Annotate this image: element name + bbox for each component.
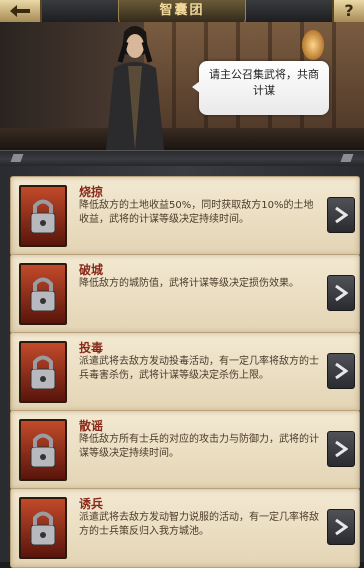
lure-lock-icon [19, 497, 67, 559]
lamp-decoration [302, 30, 324, 60]
advisor-banner: 请主公召集武将，共商计谋 [0, 22, 364, 150]
strategy-go-button[interactable] [327, 509, 355, 545]
castle-break-lock-icon [19, 263, 67, 325]
top-bar: 智囊团 ? [0, 0, 364, 25]
strategy-name: 破城 [79, 263, 104, 277]
poison-lock-icon [19, 341, 67, 403]
back-arrow-icon [10, 5, 30, 17]
strategy-name: 诱兵 [79, 497, 104, 511]
fire-lock-icon [19, 185, 67, 247]
strategy-go-button[interactable] [327, 431, 355, 467]
help-button[interactable]: ? [332, 0, 364, 22]
advisor-speech-bubble: 请主公召集武将，共商计谋 [192, 61, 329, 115]
rumor-lock-icon [19, 419, 67, 481]
floor-decoration [0, 128, 364, 150]
advisor-portrait [106, 26, 164, 150]
strategy-card-lure[interactable]: 诱兵 派遣武将去敌方发动智力说服的活动，有一定几率将敌方的士兵策反归入我方城池。 [10, 488, 360, 568]
chevron-right-icon [335, 518, 348, 536]
strategy-go-button[interactable] [327, 275, 355, 311]
strategy-description: 派遣武将去敌方发动投毒活动，有一定几率将敌方的士兵毒害杀伤，武将计谋等级决定杀伤… [79, 356, 319, 381]
chevron-right-icon [335, 206, 348, 224]
chevron-right-icon [335, 362, 348, 380]
strategy-name: 散谣 [79, 419, 104, 433]
chevron-right-icon [335, 284, 348, 302]
chevron-right-icon [335, 440, 348, 458]
strategy-description: 降低敌方的土地收益50%，同时获取敌方10%的土地收益，武将的计谋等级决定持续时… [79, 200, 314, 225]
divider-ornament [340, 154, 354, 162]
strategy-list[interactable]: 烧掠 降低敌方的土地收益50%，同时获取敌方10%的土地收益，武将的计谋等级决定… [0, 166, 364, 568]
strategy-description: 派遣武将去敌方发动智力说服的活动，有一定几率将敌方的士兵策反归入我方城池。 [79, 512, 319, 537]
back-button[interactable] [0, 0, 42, 22]
strategy-go-button[interactable] [327, 197, 355, 233]
strategy-description: 降低敌方所有士兵的对应的攻击力与防御力，武将的计谋等级决定持续时间。 [79, 434, 319, 459]
strategy-go-button[interactable] [327, 353, 355, 389]
divider-ornament [10, 154, 24, 162]
strategy-name: 烧掠 [79, 185, 104, 199]
strategy-card-burn[interactable]: 烧掠 降低敌方的土地收益50%，同时获取敌方10%的土地收益，武将的计谋等级决定… [10, 176, 360, 256]
strategy-card-rumor[interactable]: 散谣 降低敌方所有士兵的对应的攻击力与防御力，武将的计谋等级决定持续时间。 [10, 410, 360, 490]
strategy-description: 降低敌方的城防值，武将计谋等级决定损伤效果。 [79, 278, 299, 289]
strategy-name: 投毒 [79, 341, 104, 355]
strategy-card-siege[interactable]: 破城 降低敌方的城防值，武将计谋等级决定损伤效果。 [10, 254, 360, 334]
strategy-card-poison[interactable]: 投毒 派遣武将去敌方发动投毒活动，有一定几率将敌方的士兵毒害杀伤，武将计谋等级决… [10, 332, 360, 412]
